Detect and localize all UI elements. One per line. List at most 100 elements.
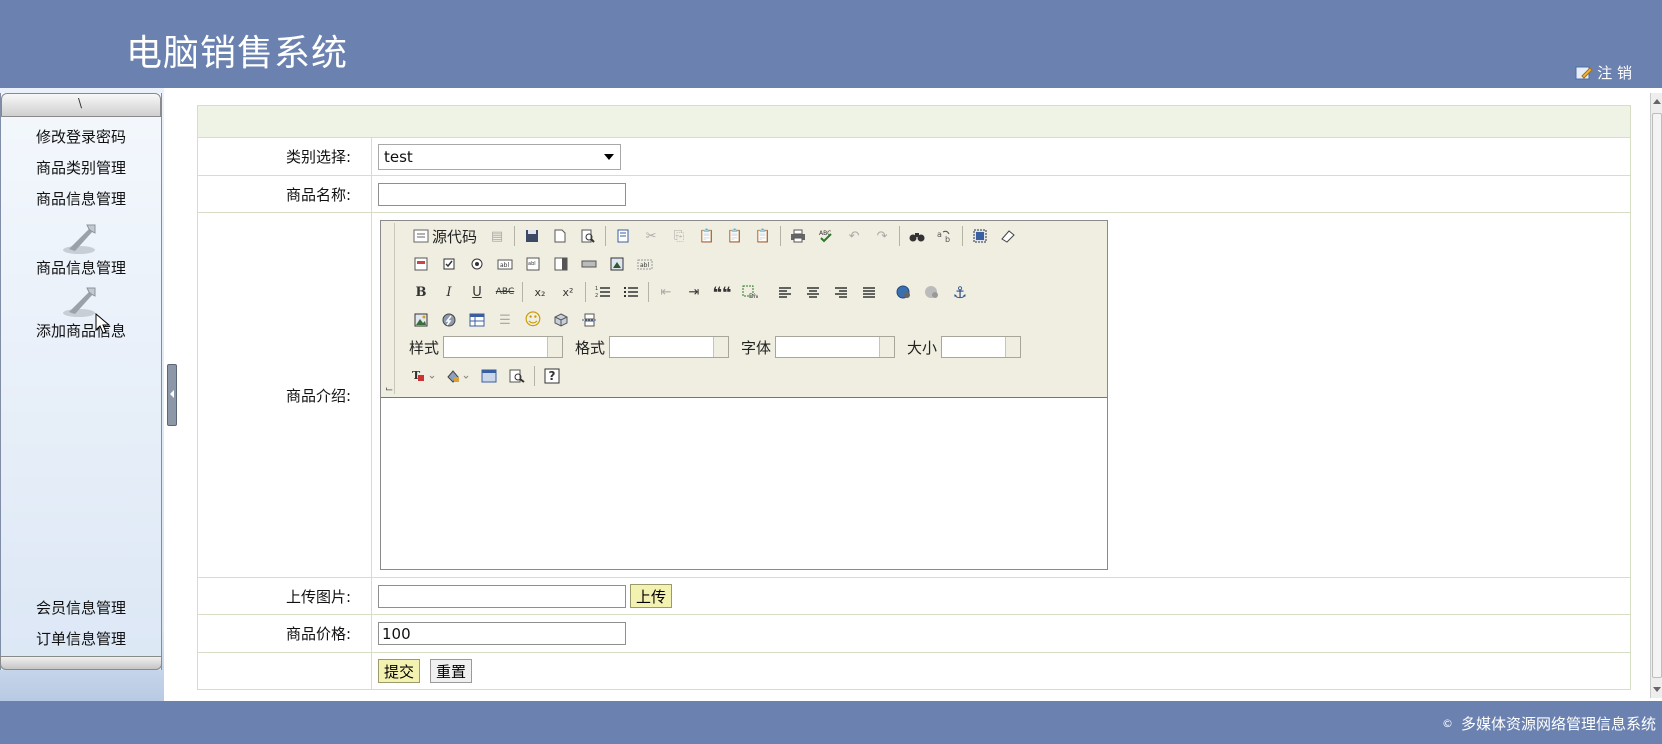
indent-icon[interactable]: ⇥	[682, 281, 706, 303]
sidebar-subitem-label: 商品信息管理	[35, 259, 126, 277]
select-field-icon[interactable]	[549, 253, 573, 275]
font-combo[interactable]	[775, 336, 896, 358]
app-title: 电脑销售系统	[126, 33, 349, 74]
toolbar-grip[interactable]	[383, 223, 395, 394]
sidebar-item-order-management[interactable]: 订单信息管理	[1, 628, 161, 649]
sidebar-collapse-button[interactable]	[167, 364, 177, 426]
svg-text:Div: Div	[749, 293, 758, 299]
mouse-cursor-icon	[95, 313, 111, 334]
logout-link[interactable]: 注 销	[1575, 62, 1632, 83]
strikethrough-button[interactable]: ABC	[493, 281, 517, 303]
svg-text:2: 2	[595, 293, 598, 299]
replace-icon[interactable]: ab	[933, 225, 957, 247]
textarea-icon[interactable]: abl	[521, 253, 545, 275]
sidebar-footer	[0, 656, 162, 670]
image-path-input[interactable]	[378, 584, 626, 608]
align-right-icon[interactable]	[829, 281, 853, 303]
bold-button[interactable]: B	[409, 281, 433, 303]
print-icon[interactable]	[786, 225, 810, 247]
redo-icon[interactable]: ↷	[870, 225, 894, 247]
text-color-icon[interactable]: T	[409, 365, 439, 387]
horizontal-rule-icon[interactable]: ☰	[493, 309, 517, 331]
vertical-scrollbar[interactable]	[1650, 93, 1662, 698]
format-combo[interactable]	[609, 336, 730, 358]
category-row: 类别选择: test	[197, 138, 1631, 176]
scroll-up-arrow[interactable]	[1653, 99, 1661, 104]
superscript-button[interactable]: x²	[556, 281, 580, 303]
radio-icon[interactable]	[465, 253, 489, 275]
numbered-list-icon[interactable]: 12	[591, 281, 615, 303]
reset-button[interactable]: 重置	[430, 659, 473, 683]
align-left-icon[interactable]	[773, 281, 797, 303]
help-icon[interactable]: ?	[540, 365, 564, 387]
description-label: 商品介绍:	[198, 213, 372, 577]
italic-button[interactable]: I	[437, 281, 461, 303]
bullet-list-icon[interactable]	[619, 281, 643, 303]
special-char-icon[interactable]	[549, 309, 573, 331]
show-blocks-icon[interactable]	[505, 365, 529, 387]
copy-icon[interactable]: ⎘	[667, 225, 691, 247]
select-all-icon[interactable]	[968, 225, 992, 247]
paste-icon[interactable]: 📋	[695, 225, 719, 247]
save-icon[interactable]	[520, 225, 544, 247]
align-center-icon[interactable]	[801, 281, 825, 303]
scroll-thumb[interactable]	[1652, 113, 1662, 678]
text-field-icon[interactable]: abl	[493, 253, 517, 275]
cut-icon[interactable]: ✂	[639, 225, 663, 247]
page-break-icon[interactable]	[577, 309, 601, 331]
form-icon[interactable]	[409, 253, 433, 275]
link-icon[interactable]	[892, 281, 916, 303]
bg-color-icon[interactable]	[443, 365, 473, 387]
table-icon[interactable]	[465, 309, 489, 331]
paste-text-icon[interactable]: 📋	[723, 225, 747, 247]
blockquote-button[interactable]: ❝❝	[710, 281, 734, 303]
scroll-down-arrow[interactable]	[1653, 687, 1661, 692]
underline-button[interactable]: U	[465, 281, 489, 303]
sidebar: \ 修改登录密码 商品类别管理 商品信息管理 商品信息管理 添加商品信息 会员信…	[0, 93, 162, 670]
div-container-icon[interactable]: Div	[738, 281, 762, 303]
actions-label-cell	[198, 653, 372, 689]
product-name-input[interactable]	[378, 182, 626, 206]
category-select[interactable]: test	[378, 143, 621, 170]
flash-icon[interactable]	[437, 309, 461, 331]
style-combo[interactable]	[443, 336, 564, 358]
templates-icon[interactable]	[611, 225, 635, 247]
sidebar-item-change-password[interactable]: 修改登录密码	[1, 126, 161, 147]
smiley-icon[interactable]: ☺	[521, 309, 545, 331]
undo-icon[interactable]: ↶	[842, 225, 866, 247]
sidebar-subitem-product-info[interactable]: 商品信息管理	[1, 221, 161, 278]
anchor-icon[interactable]: ⚓	[948, 281, 972, 303]
source-code-button[interactable]: 源代码	[409, 226, 481, 247]
find-icon[interactable]	[905, 225, 929, 247]
toolbar-separator	[605, 226, 607, 246]
preview-icon[interactable]	[576, 225, 600, 247]
image-button-icon[interactable]	[605, 253, 629, 275]
paste-word-icon[interactable]: 📋	[751, 225, 775, 247]
checkbox-icon[interactable]	[437, 253, 461, 275]
image-icon[interactable]	[409, 309, 433, 331]
price-input[interactable]	[378, 622, 626, 645]
editor-content-area[interactable]	[381, 399, 1107, 569]
align-justify-icon[interactable]	[857, 281, 881, 303]
hidden-field-icon[interactable]: abl	[633, 253, 657, 275]
toolbar-separator	[514, 226, 516, 246]
outdent-icon[interactable]: ⇤	[654, 281, 678, 303]
new-page-icon[interactable]	[548, 225, 572, 247]
doc-props-icon[interactable]: ▤	[485, 225, 509, 247]
maximize-icon[interactable]	[477, 365, 501, 387]
sidebar-subitem-add-product[interactable]: 添加商品信息	[1, 284, 161, 341]
sidebar-item-category-management[interactable]: 商品类别管理	[1, 157, 161, 178]
unlink-icon[interactable]	[920, 281, 944, 303]
eraser-icon[interactable]	[996, 225, 1020, 247]
subscript-button[interactable]: x₂	[528, 281, 552, 303]
svg-text:abl: abl	[528, 261, 536, 267]
upload-button[interactable]: 上传	[630, 584, 673, 608]
size-combo[interactable]	[941, 336, 1022, 358]
submit-button[interactable]: 提交	[378, 659, 421, 683]
button-field-icon[interactable]	[577, 253, 601, 275]
sidebar-item-product-management[interactable]: 商品信息管理	[1, 188, 161, 209]
sidebar-header[interactable]: \	[1, 93, 161, 117]
spellcheck-icon[interactable]: ABC	[814, 225, 838, 247]
sidebar-item-member-management[interactable]: 会员信息管理	[1, 597, 161, 618]
toolbar-separator	[780, 226, 782, 246]
